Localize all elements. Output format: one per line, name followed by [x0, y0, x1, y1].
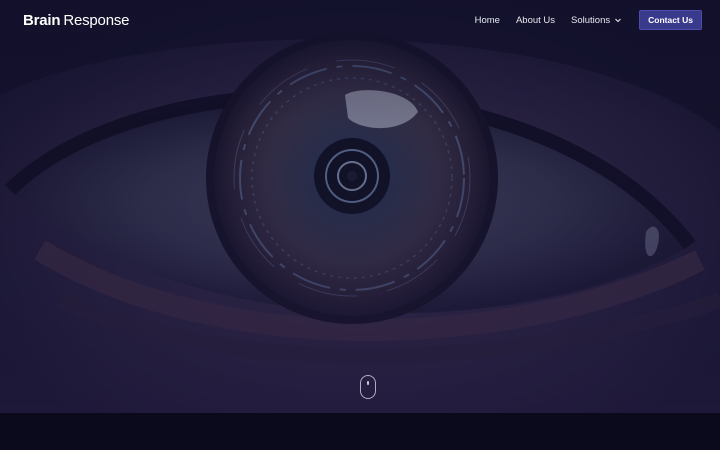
nav-item-home[interactable]: Home	[475, 15, 500, 26]
hero-eye-image	[0, 0, 720, 413]
nav-item-solutions-label: Solutions	[571, 14, 611, 26]
nav-item-solutions[interactable]: Solutions	[571, 15, 622, 26]
chevron-down-icon	[615, 18, 622, 23]
site-header: Brain Response Home About Us Solutions C…	[0, 0, 720, 40]
mouse-wheel	[367, 381, 369, 385]
logo-regular-text: Response	[63, 11, 130, 29]
contact-us-button[interactable]: Contact Us	[639, 10, 702, 30]
logo-bold-text: Brain	[23, 11, 61, 29]
nav-item-about-us[interactable]: About Us	[516, 15, 555, 26]
hero-banner	[0, 0, 720, 413]
main-nav: Home About Us Solutions Contact Us	[459, 10, 702, 30]
page-bottom-band	[0, 413, 720, 450]
brand-logo[interactable]: Brain Response	[23, 12, 129, 29]
mouse-scroll-icon[interactable]	[360, 375, 376, 399]
